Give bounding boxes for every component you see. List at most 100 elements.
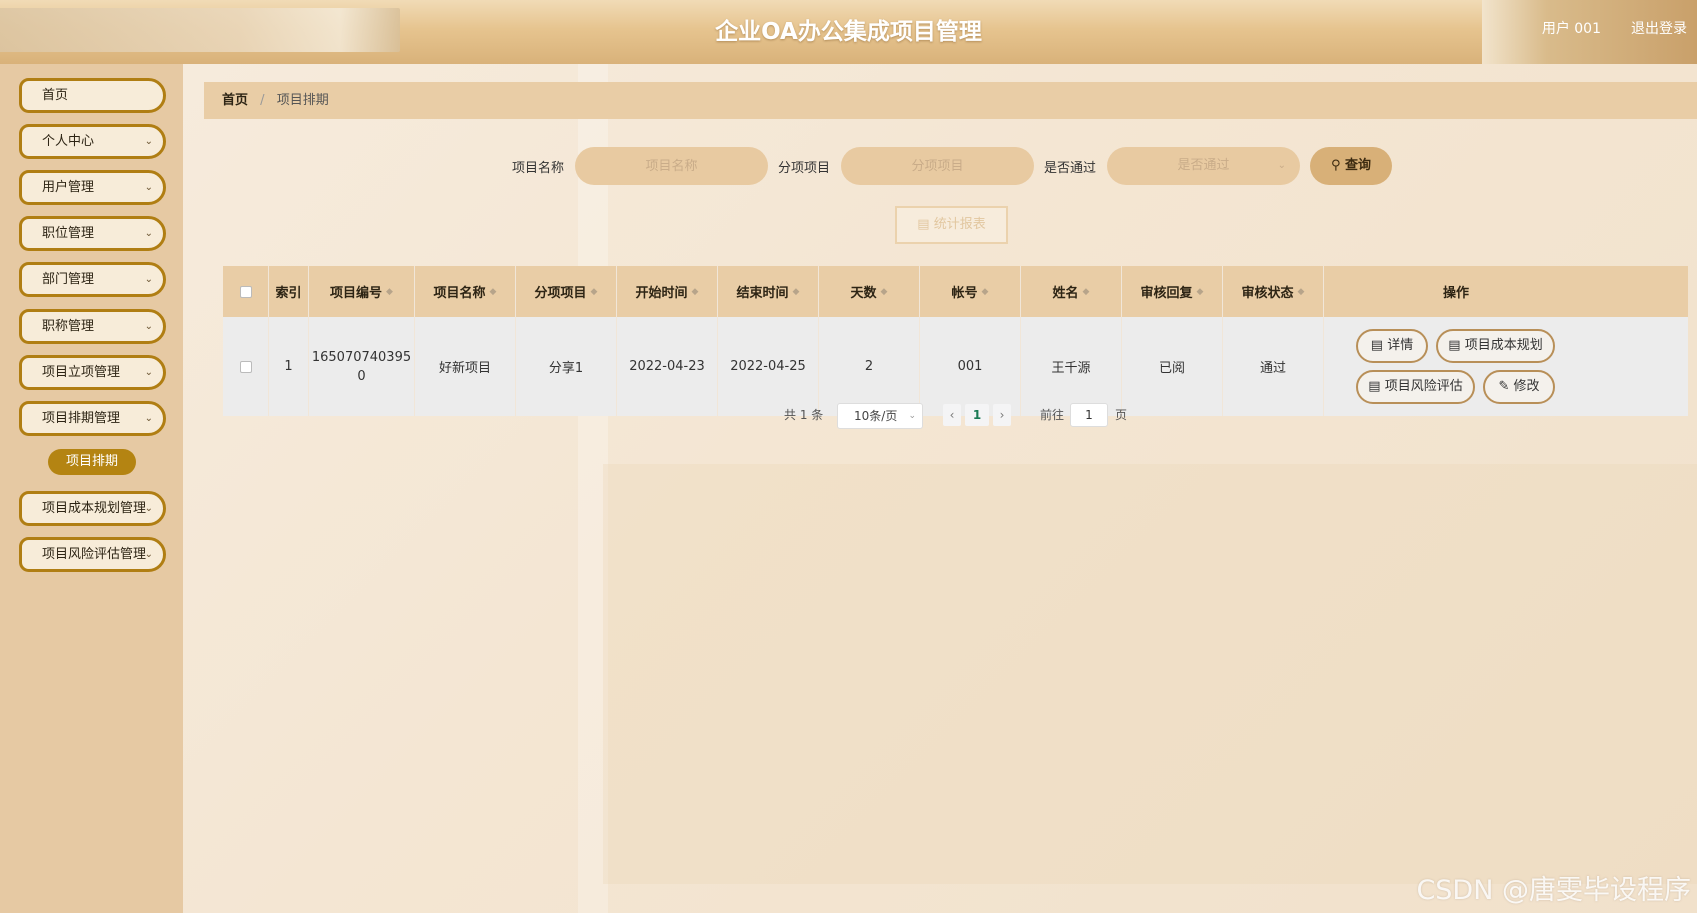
sidebar-item-user-management[interactable]: 用户管理 ⌄ [19, 170, 166, 205]
cell-name: 好新项目 [415, 317, 516, 416]
sidebar-item-project-initiation[interactable]: 项目立项管理 ⌄ [19, 355, 166, 390]
select-all-cell [223, 266, 269, 317]
chevron-down-icon: ⌄ [1277, 160, 1286, 171]
sidebar-item-label: 首页 [42, 88, 69, 103]
header-label: 项目名称 [433, 286, 486, 301]
risk-assessment-button-label: 项目风险评估 [1384, 379, 1463, 394]
header-code[interactable]: 项目编号 ◆ [309, 266, 415, 317]
page-number-current[interactable]: 1 [965, 404, 989, 426]
cost-planning-button[interactable]: ▤ 项目成本规划 [1436, 329, 1555, 363]
chevron-down-icon: ⌄ [908, 411, 916, 421]
breadcrumb-separator: / [260, 93, 265, 108]
cell-sub: 分享1 [516, 317, 617, 416]
sort-icon[interactable]: ◆ [591, 287, 598, 297]
query-button[interactable]: ⚲ 查询 [1310, 147, 1392, 185]
goto-label: 前往 [1040, 408, 1065, 422]
app-title: 企业OA办公集成项目管理 [715, 19, 982, 45]
sidebar-subitem-schedule[interactable]: 项目排期 [48, 449, 136, 475]
header-label: 姓名 [1052, 286, 1079, 301]
header-label: 分项项目 [534, 286, 587, 301]
pass-status-select[interactable]: 是否通过 ⌄ [1107, 147, 1300, 185]
header-label: 项目编号 [330, 286, 383, 301]
schedule-table: 索引 项目编号 ◆ 项目名称 ◆ 分项项目 ◆ 开始时间 ◆ 结束时间 ◆ 天数 ◆ 帐号 ◆… [223, 266, 1688, 416]
chevron-down-icon: ⌄ [144, 321, 153, 332]
header-days[interactable]: 天数 ◆ [819, 266, 920, 317]
row-select-cell [223, 317, 269, 416]
document-icon: ▤ [1368, 379, 1381, 394]
detail-button[interactable]: ▤ 详情 [1356, 329, 1428, 363]
chevron-down-icon: ⌄ [144, 228, 153, 239]
cell-end: 2022-04-25 [718, 317, 819, 416]
header-label: 索引 [275, 286, 302, 301]
header-end[interactable]: 结束时间 ◆ [718, 266, 819, 317]
sidebar-item-home[interactable]: 首页 [19, 78, 166, 113]
header-name[interactable]: 项目名称 ◆ [415, 266, 516, 317]
sort-icon[interactable]: ◆ [1298, 287, 1305, 297]
sidebar-item-label: 部门管理 [42, 272, 95, 287]
sort-icon[interactable]: ◆ [386, 287, 393, 297]
document-icon: ▤ [1448, 338, 1461, 353]
goto-page-input[interactable]: 1 [1070, 403, 1108, 427]
bar-chart-icon: ▤ [917, 217, 930, 232]
edit-button-label: 修改 [1513, 379, 1540, 394]
page-suffix: 页 [1115, 408, 1128, 422]
cell-account: 001 [920, 317, 1021, 416]
sidebar-item-label: 职称管理 [42, 319, 95, 334]
chevron-down-icon: ⌄ [144, 549, 153, 560]
sidebar-item-label: 项目立项管理 [42, 365, 121, 380]
select-all-checkbox[interactable] [239, 285, 252, 298]
cell-actions: ▤ 详情 ▤ 项目成本规划 ▤ 项目风险评估 ✎ 修改 [1324, 317, 1588, 416]
chevron-down-icon: ⌄ [144, 274, 153, 285]
header-reply[interactable]: 审核回复 ◆ [1122, 266, 1223, 317]
sidebar-item-title-management[interactable]: 职称管理 ⌄ [19, 309, 166, 344]
sort-icon[interactable]: ◆ [881, 287, 888, 297]
sort-icon[interactable]: ◆ [490, 287, 497, 297]
sidebar-item-label: 职位管理 [42, 226, 95, 241]
sidebar-item-label: 个人中心 [42, 134, 95, 149]
page-size-select[interactable]: 10条/页 ⌄ [837, 403, 923, 429]
edit-button[interactable]: ✎ 修改 [1483, 370, 1555, 404]
sidebar-item-personal-center[interactable]: 个人中心 ⌄ [19, 124, 166, 159]
sidebar-item-department-management[interactable]: 部门管理 ⌄ [19, 262, 166, 297]
sidebar-item-position-management[interactable]: 职位管理 ⌄ [19, 216, 166, 251]
project-name-input[interactable] [575, 147, 768, 185]
sidebar-item-risk-assessment[interactable]: 项目风险评估管理 ⌄ [19, 537, 166, 572]
sort-icon[interactable]: ◆ [692, 287, 699, 297]
next-page-button[interactable]: › [993, 404, 1011, 426]
header-person[interactable]: 姓名 ◆ [1021, 266, 1122, 317]
header-start[interactable]: 开始时间 ◆ [617, 266, 718, 317]
sort-icon[interactable]: ◆ [1197, 287, 1204, 297]
cell-person: 王千源 [1021, 317, 1122, 416]
header-status[interactable]: 审核状态 ◆ [1223, 266, 1324, 317]
sort-icon[interactable]: ◆ [982, 287, 989, 297]
cell-days: 2 [819, 317, 920, 416]
sidebar-item-label: 项目成本规划管理 [42, 501, 147, 516]
cell-index: 1 [269, 317, 309, 416]
sort-icon[interactable]: ◆ [1083, 287, 1090, 297]
header-label: 审核回复 [1140, 286, 1193, 301]
background-panel [603, 464, 1697, 884]
sub-project-label: 分项项目 [778, 161, 831, 176]
report-button-label: 统计报表 [933, 217, 986, 232]
breadcrumb-current: 项目排期 [276, 93, 329, 108]
sidebar-item-project-schedule[interactable]: 项目排期管理 ⌄ [19, 401, 166, 436]
prev-page-button[interactable]: ‹ [943, 404, 961, 426]
header-label: 天数 [850, 286, 877, 301]
main-content: 首页 / 项目排期 项目名称 分项项目 是否通过 是否通过 ⌄ ⚲ 查询 ▤ 统… [183, 64, 1697, 913]
detail-button-label: 详情 [1387, 338, 1414, 353]
cell-code: 165070740395 0 [309, 317, 415, 416]
csdn-watermark: CSDN @唐雯毕设程序 [1416, 875, 1691, 906]
edit-pencil-icon: ✎ [1498, 379, 1510, 394]
header-label: 审核状态 [1241, 286, 1294, 301]
risk-assessment-button[interactable]: ▤ 项目风险评估 [1356, 370, 1475, 404]
cost-planning-button-label: 项目成本规划 [1464, 338, 1543, 353]
logout-link[interactable]: 退出登录 [1631, 18, 1687, 38]
breadcrumb-home[interactable]: 首页 [222, 93, 248, 108]
header-sub[interactable]: 分项项目 ◆ [516, 266, 617, 317]
sort-icon[interactable]: ◆ [793, 287, 800, 297]
sidebar-item-cost-planning[interactable]: 项目成本规划管理 ⌄ [19, 491, 166, 526]
row-checkbox[interactable] [239, 360, 252, 373]
statistics-report-button[interactable]: ▤ 统计报表 [895, 206, 1008, 244]
sub-project-input[interactable] [841, 147, 1034, 185]
header-account[interactable]: 帐号 ◆ [920, 266, 1021, 317]
